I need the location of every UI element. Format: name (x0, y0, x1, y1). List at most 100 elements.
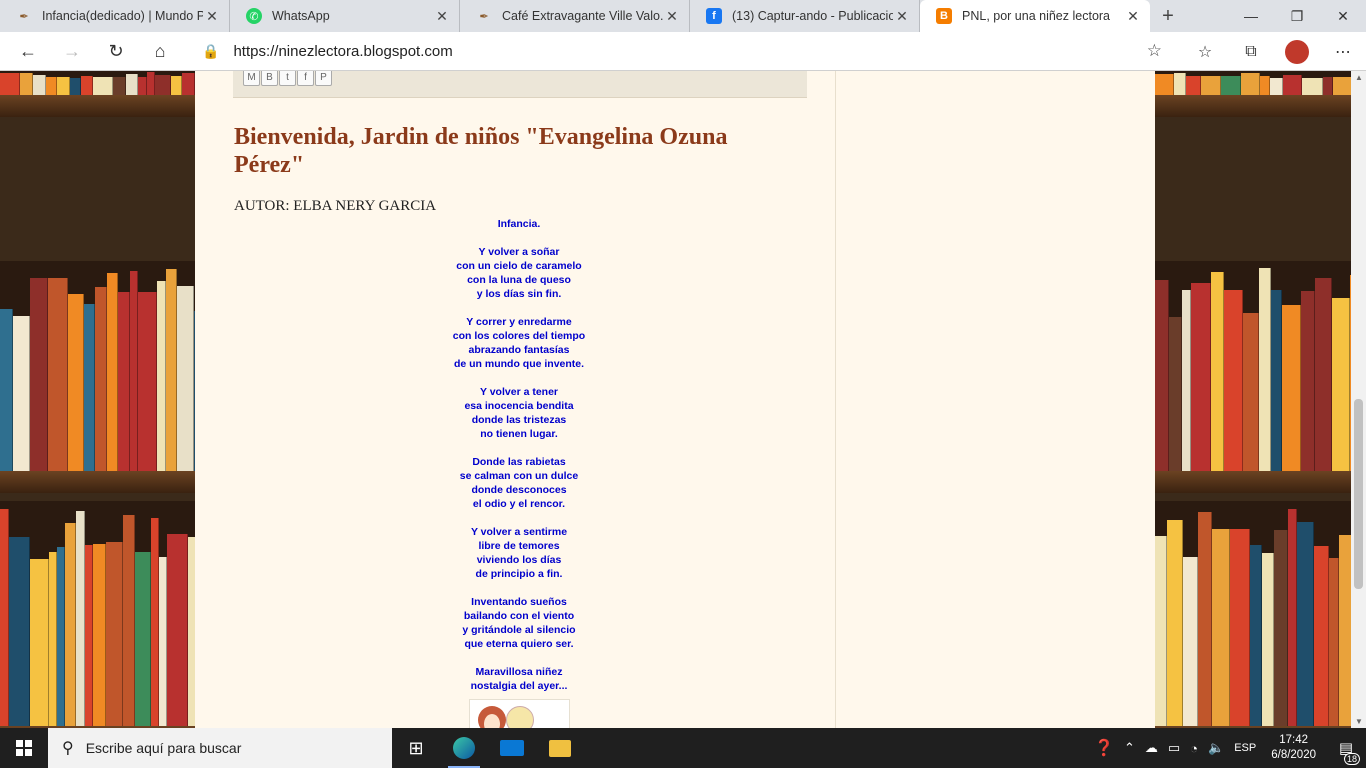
scrollbar[interactable]: ▲ ▼ (1351, 71, 1366, 728)
poem-line: Inventando sueños (471, 596, 567, 608)
collections-icon[interactable]: ⧉ (1228, 43, 1274, 61)
book-spine (57, 77, 70, 95)
sidebar-divider (835, 71, 836, 728)
tab-2[interactable]: ✒ Café Extravagante Ville Valo. | M ✕ (460, 0, 690, 32)
book-spine (1174, 73, 1186, 95)
email-icon[interactable]: M (243, 71, 260, 86)
task-view-icon[interactable]: ⊞ (392, 728, 440, 768)
close-window-icon[interactable]: ✕ (1320, 0, 1366, 32)
back-icon[interactable]: ← (6, 32, 50, 71)
pinterest-icon[interactable]: P (315, 71, 332, 86)
poem-line: con un cielo de caramelo (456, 260, 582, 272)
blogger-icon[interactable]: B (261, 71, 278, 86)
facebook-icon[interactable]: f (297, 71, 314, 86)
book-spine (1302, 78, 1323, 95)
poem-line (419, 371, 619, 385)
book-spine (1250, 545, 1262, 726)
shelf-row (1155, 501, 1351, 726)
mail-icon[interactable] (488, 728, 536, 768)
close-icon[interactable]: ✕ (203, 8, 221, 25)
poem-line: Maravillosa niñez (475, 666, 563, 678)
avatar[interactable] (1285, 39, 1309, 64)
tab-1[interactable]: ✆ WhatsApp ✕ (230, 0, 460, 32)
tab-0[interactable]: ✒ Infancia(dedicado) | Mundo Po ✕ (0, 0, 230, 32)
restore-icon[interactable]: ❐ (1274, 0, 1320, 32)
scrollbar-thumb[interactable] (1354, 399, 1363, 589)
start-button[interactable] (0, 728, 48, 768)
taskbar: ⚲ Escribe aquí para buscar ⊞ ❓ ⌃ ☁ ▭ ◔ 🔈… (0, 728, 1366, 768)
post-author: AUTOR: ELBA NERY GARCIA (234, 198, 437, 214)
book-spine (1262, 553, 1274, 726)
language-indicator[interactable]: ESP (1229, 742, 1261, 754)
poem-line (419, 441, 619, 455)
book-spine (138, 292, 157, 471)
poem-line: esa inocencia bendita (464, 400, 574, 412)
refresh-icon[interactable]: ↻ (94, 32, 138, 71)
book-spine (81, 76, 93, 95)
tab-title: (13) Captur-ando - Publicacion (732, 9, 893, 23)
taskbar-search[interactable]: ⚲ Escribe aquí para buscar (48, 728, 392, 768)
post-image[interactable] (469, 699, 570, 728)
book-spine (107, 273, 118, 471)
shelf-board (0, 471, 195, 493)
cloud-icon[interactable]: ☁ (1140, 740, 1163, 756)
facebook-icon: f (706, 8, 722, 24)
book-spine (0, 509, 9, 726)
book-spine (1314, 546, 1329, 726)
book-spine (1169, 317, 1182, 471)
book-spine (46, 77, 57, 95)
book-spine (1221, 76, 1241, 95)
book-spine (1182, 290, 1191, 471)
close-icon[interactable]: ✕ (893, 8, 911, 25)
book-spine (130, 271, 138, 471)
book-spine (147, 72, 155, 95)
pen-nib-icon: ✒ (479, 10, 489, 23)
close-icon[interactable]: ✕ (1124, 8, 1142, 25)
book-spine (1339, 535, 1351, 726)
book-spine (1211, 272, 1224, 471)
wifi-icon[interactable]: ◔ (1185, 741, 1203, 756)
notifications-icon[interactable]: ▤ 18 (1326, 739, 1366, 765)
system-tray: ❓ ⌃ ☁ ▭ ◔ 🔈 ESP 17:42 6/8/2020 ▤ 18 (1089, 728, 1366, 768)
close-icon[interactable]: ✕ (433, 8, 451, 25)
post-title[interactable]: Bienvenida, Jardin de niños "Evangelina … (234, 123, 794, 179)
home-icon[interactable]: ⌂ (138, 32, 182, 71)
forward-icon[interactable]: → (50, 32, 94, 71)
volume-icon[interactable]: 🔈 (1203, 740, 1229, 756)
book-spine (93, 544, 106, 726)
book-spine (95, 287, 107, 471)
tab-title: Infancia(dedicado) | Mundo Po (42, 9, 203, 23)
address-bar[interactable]: 🔒 https://ninezlectora.blogspot.com ☆ (186, 35, 1174, 67)
favorites-icon[interactable]: ☆ (1182, 42, 1228, 62)
poem-line: Y volver a tener (479, 386, 559, 398)
favorite-star-icon[interactable]: ☆ (1147, 41, 1162, 61)
new-tab-icon[interactable]: + (1150, 0, 1186, 32)
book-spine (1301, 291, 1315, 471)
poem-line: se calman con un dulce (459, 470, 579, 482)
more-icon[interactable]: ⋯ (1320, 42, 1366, 62)
book-spine (1259, 268, 1271, 471)
poem-line: nostalgia del ayer... (470, 680, 568, 692)
poem-text: Infancia. Y volver a soñar con un cielo de… (419, 217, 619, 693)
book-spine (76, 511, 85, 726)
windows-icon (16, 740, 32, 756)
tab-3[interactable]: f (13) Captur-ando - Publicacion ✕ (690, 0, 920, 32)
book-spine (1315, 278, 1332, 471)
tab-4[interactable]: B PNL, por una niñez lectora ✕ (920, 0, 1150, 32)
edge-browser-icon[interactable] (440, 728, 488, 768)
bookshelf-background-left (0, 71, 195, 728)
scroll-up-icon[interactable]: ▲ (1355, 73, 1363, 82)
book-spine (123, 515, 135, 726)
scroll-down-icon[interactable]: ▼ (1355, 717, 1363, 726)
clock[interactable]: 17:42 6/8/2020 (1261, 733, 1326, 763)
book-spine (1260, 76, 1270, 95)
twitter-icon[interactable]: t (279, 71, 296, 86)
minimize-icon[interactable]: — (1228, 0, 1274, 32)
book-spine (1201, 76, 1221, 95)
help-icon[interactable]: ❓ (1089, 738, 1119, 758)
chevron-up-icon[interactable]: ⌃ (1119, 740, 1140, 756)
battery-icon[interactable]: ▭ (1163, 740, 1185, 756)
file-explorer-icon[interactable] (536, 728, 584, 768)
close-icon[interactable]: ✕ (663, 8, 681, 25)
shelf-row (0, 261, 195, 471)
